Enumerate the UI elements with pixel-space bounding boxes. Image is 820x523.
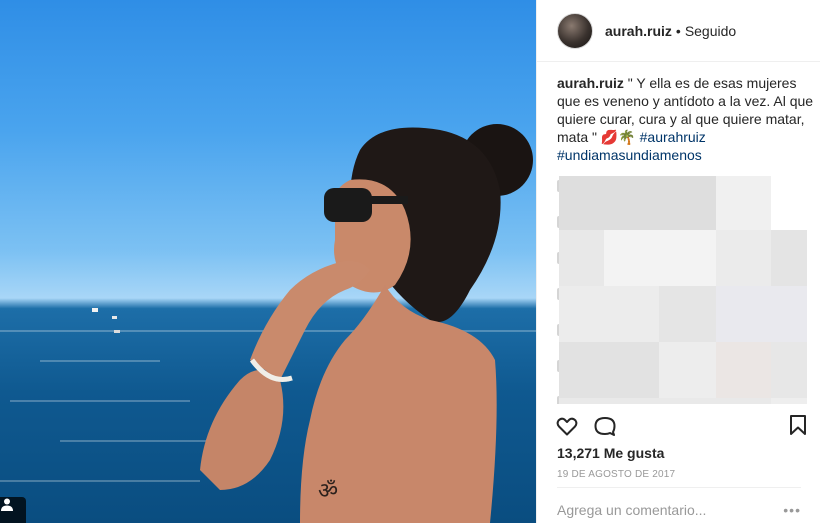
comment-button[interactable] [593, 414, 617, 438]
comments-section: aurah.ruiz " Y ella es de esas mujeres q… [557, 74, 815, 404]
caption: aurah.ruiz " Y ella es de esas mujeres q… [557, 74, 815, 164]
speech-bubble-icon [594, 417, 616, 436]
pixel-block [716, 176, 771, 230]
post-date: 19 DE AGOSTO DE 2017 [557, 469, 676, 480]
pixel-block [559, 398, 771, 404]
header-username[interactable]: aurah.ruiz [605, 23, 672, 39]
heart-icon [556, 417, 578, 436]
pixel-block [659, 342, 716, 398]
header-separator: • [675, 22, 681, 39]
post-photo[interactable]: ॐ [0, 0, 536, 523]
caption-username[interactable]: aurah.ruiz [557, 75, 624, 91]
pixel-block [559, 230, 604, 286]
post-header: aurah.ruiz • Seguido [537, 0, 820, 62]
likes-count[interactable]: 13,271 Me gusta [557, 445, 664, 461]
pixel-block [659, 286, 716, 342]
post-details-panel: aurah.ruiz • Seguido aurah.ruiz " Y ella… [536, 0, 820, 523]
bookmark-icon [790, 415, 806, 435]
divider [557, 487, 801, 488]
comment-input[interactable]: Agrega un comentario... ••• [557, 502, 801, 518]
blurred-comments [557, 176, 815, 404]
pixel-block [771, 230, 807, 286]
caption-emojis: 💋🌴 [600, 129, 636, 145]
pixel-block [716, 286, 807, 342]
pixel-block [559, 286, 659, 342]
pixel-block [604, 230, 716, 286]
tagged-users-button[interactable] [0, 497, 26, 523]
action-bar [555, 413, 631, 439]
pixel-block [716, 342, 771, 398]
user-tag-icon [1, 498, 13, 511]
pixel-block [771, 342, 807, 398]
pixel-block [559, 176, 716, 230]
hashtag-aurahruiz[interactable]: #aurahruiz [640, 129, 706, 145]
save-button[interactable] [786, 413, 810, 437]
svg-text:ॐ: ॐ [318, 479, 338, 504]
hashtag-undiamasundiamenos[interactable]: #undiamasundiamenos [557, 147, 702, 163]
pixel-block [716, 230, 771, 286]
more-options-button[interactable]: ••• [783, 502, 801, 518]
photo-scene: ॐ [0, 124, 536, 523]
comment-placeholder: Agrega un comentario... [557, 502, 707, 518]
avatar[interactable] [557, 12, 593, 49]
follow-status[interactable]: Seguido [685, 23, 736, 39]
pixel-block [559, 342, 659, 398]
like-button[interactable] [555, 414, 579, 438]
instagram-post-window: ॐ aurah.ruiz • Seguido aurah.ruiz " Y el… [0, 0, 820, 523]
pixel-block [771, 398, 807, 404]
